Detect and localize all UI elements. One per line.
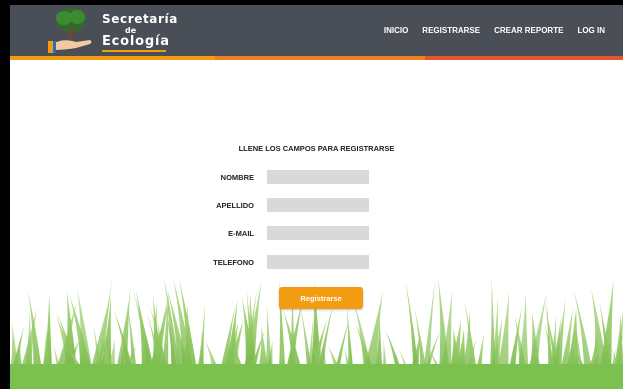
telefono-input[interactable] [267, 255, 369, 269]
field-row-email: E-MAIL [190, 226, 369, 240]
email-label: E-MAIL [228, 228, 254, 238]
page: Secretaría de Ecología INICIO REGISTRARS… [10, 5, 623, 389]
header: Secretaría de Ecología INICIO REGISTRARS… [10, 5, 623, 56]
left-border [0, 0, 10, 389]
telefono-label: TELEFONO [213, 257, 254, 267]
field-row-apellido: APELLIDO [190, 198, 369, 212]
brand-underline [102, 50, 166, 52]
brand-line1: Secretaría [102, 12, 178, 26]
accent-bar-yellow [10, 56, 215, 60]
main-nav: INICIO REGISTRARSE CREAR REPORTE LOG IN [384, 26, 605, 35]
apellido-input[interactable] [267, 198, 369, 212]
nombre-input[interactable] [267, 170, 369, 184]
brand-title: Secretaría de Ecología [102, 13, 178, 52]
nav-crear-reporte[interactable]: CREAR REPORTE [494, 26, 563, 35]
nombre-label: NOMBRE [220, 172, 254, 182]
nav-log-in[interactable]: LOG IN [577, 26, 605, 35]
nav-registrarse[interactable]: REGISTRARSE [422, 26, 480, 35]
accent-bar-orange [215, 56, 425, 60]
field-row-telefono: TELEFONO [190, 255, 369, 269]
logo[interactable]: Secretaría de Ecología [40, 8, 177, 56]
nav-inicio[interactable]: INICIO [384, 26, 408, 35]
tree-hand-icon [48, 8, 92, 53]
apellido-label: APELLIDO [216, 200, 254, 210]
form-title: LLENE LOS CAMPOS PARA REGISTRARSE [238, 144, 395, 153]
browser-frame: Secretaría de Ecología INICIO REGISTRARS… [0, 0, 623, 389]
field-row-nombre: NOMBRE [190, 170, 369, 184]
brand-line3: Ecología [102, 34, 170, 49]
accent-bar-red [425, 56, 623, 60]
email-input[interactable] [267, 226, 369, 240]
register-button[interactable]: Registrarse [279, 287, 363, 309]
